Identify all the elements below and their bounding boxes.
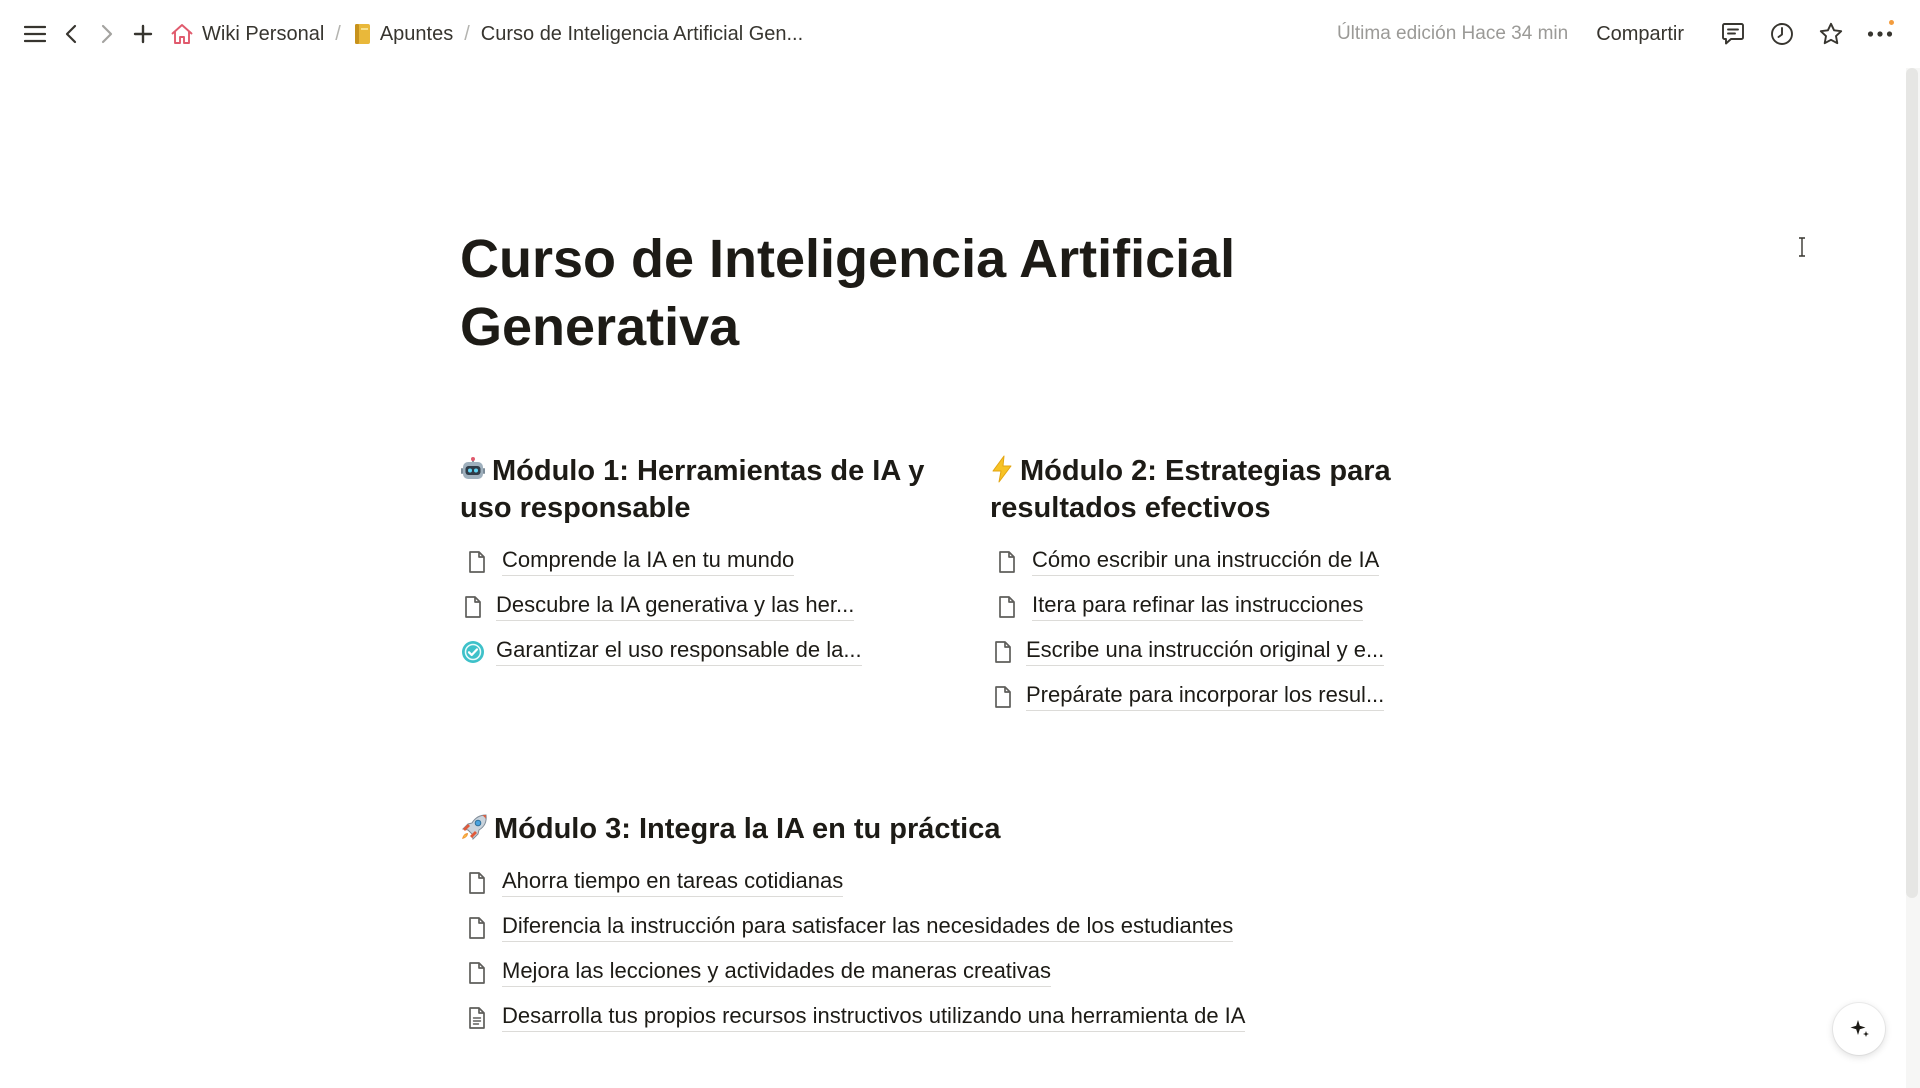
module-heading-text: Módulo 3: Integra la IA en tu práctica [494, 813, 1001, 845]
list-item[interactable]: Diferencia la instrucción para satisface… [460, 905, 1460, 950]
new-page-button[interactable] [126, 17, 160, 51]
module-2: Módulo 2: Estrategias para resultados ef… [990, 453, 1460, 719]
more-options-button[interactable] [1860, 14, 1900, 54]
page-text-icon [464, 1005, 490, 1031]
rocket-icon [460, 813, 488, 841]
module-heading[interactable]: Módulo 1: Herramientas de IA y uso respo… [460, 453, 930, 527]
back-button[interactable] [54, 17, 88, 51]
page-link[interactable]: Diferencia la instrucción para satisface… [502, 913, 1234, 942]
list-item[interactable]: Comprende la IA en tu mundo [460, 539, 990, 584]
comment-icon [1722, 23, 1744, 45]
page-link[interactable]: Descubre la IA generativa y las her... [496, 592, 855, 621]
chevron-right-icon [101, 24, 113, 44]
page-title[interactable]: Curso de Inteligencia Artificial Generat… [460, 225, 1360, 361]
history-button[interactable] [1762, 14, 1802, 54]
comments-button[interactable] [1713, 14, 1753, 54]
list-item[interactable]: Cómo escribir una instrucción de IA [990, 539, 1460, 584]
breadcrumb-separator: / [464, 22, 470, 45]
page-link[interactable]: Desarrolla tus propios recursos instruct… [502, 1003, 1246, 1032]
module-heading-text: Módulo 1: Herramientas de IA y uso respo… [460, 455, 925, 524]
list-item[interactable]: Ahorra tiempo en tareas cotidianas [460, 860, 1460, 905]
star-icon [1819, 22, 1843, 45]
lightning-icon [990, 455, 1014, 483]
robot-icon [460, 457, 486, 483]
page-link[interactable]: Mejora las lecciones y actividades de ma… [502, 958, 1052, 987]
breadcrumb-item-wiki[interactable]: Wiki Personal [170, 23, 324, 46]
check-circle-icon [460, 639, 486, 665]
page-link[interactable]: Comprende la IA en tu mundo [502, 547, 795, 576]
page-link[interactable]: Garantizar el uso responsable de la... [496, 637, 862, 666]
page-icon [460, 594, 486, 620]
page-link[interactable]: Prepárate para incorporar los resul... [1026, 682, 1385, 711]
module-page-list: Comprende la IA en tu mundo Descubre la … [460, 539, 990, 674]
top-bar: Wiki Personal / Apuntes / Curso de Intel… [0, 0, 1908, 68]
scrollbar-thumb[interactable] [1906, 68, 1918, 898]
page-icon [990, 639, 1016, 665]
page-content: Curso de Inteligencia Artificial Generat… [460, 225, 1460, 1040]
breadcrumb-label: Wiki Personal [202, 22, 325, 45]
page-icon [994, 594, 1020, 620]
notification-dot [1889, 20, 1894, 25]
topbar-actions: Última edición Hace 34 min Compartir [1337, 14, 1908, 54]
module-page-list: Ahorra tiempo en tareas cotidianas Difer… [460, 860, 1460, 1040]
page-link[interactable]: Cómo escribir una instrucción de IA [1032, 547, 1380, 576]
hamburger-menu-icon [24, 25, 46, 43]
list-item[interactable]: Itera para refinar las instrucciones [990, 584, 1460, 629]
breadcrumb-label: Curso de Inteligencia Artificial Gen... [480, 22, 804, 45]
modules-columns: Módulo 1: Herramientas de IA y uso respo… [460, 453, 1460, 719]
page-icon [464, 549, 490, 575]
last-edited-text: Última edición Hace 34 min [1336, 23, 1569, 44]
list-item[interactable]: Garantizar el uso responsable de la... [460, 629, 990, 674]
list-item[interactable]: Prepárate para incorporar los resul... [990, 674, 1460, 719]
module-heading[interactable]: Módulo 2: Estrategias para resultados ef… [990, 453, 1460, 527]
module-heading[interactable]: Módulo 3: Integra la IA en tu práctica [460, 811, 1460, 848]
page-icon [464, 960, 490, 986]
module-3: Módulo 3: Integra la IA en tu práctica A… [460, 811, 1460, 1040]
clock-icon [1771, 23, 1793, 45]
favorite-button[interactable] [1811, 14, 1851, 54]
sparkle-icon [1850, 1020, 1869, 1037]
page-link[interactable]: Escribe una instrucción original y e... [1026, 637, 1385, 666]
page-link[interactable]: Ahorra tiempo en tareas cotidianas [502, 868, 844, 897]
ai-assistant-button[interactable] [1833, 1003, 1885, 1055]
breadcrumb-item-apuntes[interactable]: Apuntes [352, 23, 453, 46]
list-item[interactable]: Descubre la IA generativa y las her... [460, 584, 990, 629]
module-heading-text: Módulo 2: Estrategias para resultados ef… [990, 455, 1391, 524]
notebook-icon [354, 24, 370, 44]
breadcrumb-separator: / [335, 22, 341, 45]
breadcrumb-item-current-page[interactable]: Curso de Inteligencia Artificial Gen... [481, 23, 803, 46]
text-cursor-icon [1799, 237, 1805, 257]
list-item[interactable]: Escribe una instrucción original y e... [990, 629, 1460, 674]
share-button[interactable]: Compartir [1596, 23, 1684, 46]
page-icon [464, 870, 490, 896]
ellipsis-icon [1867, 31, 1893, 37]
module-page-list: Cómo escribir una instrucción de IA Iter… [990, 539, 1460, 719]
list-item[interactable]: Desarrolla tus propios recursos instruct… [460, 995, 1460, 1040]
chevron-left-icon [65, 24, 77, 44]
home-icon [171, 24, 193, 44]
list-item[interactable]: Mejora las lecciones y actividades de ma… [460, 950, 1460, 995]
vertical-scrollbar[interactable] [1906, 68, 1920, 1088]
forward-button[interactable] [90, 17, 124, 51]
page-icon [464, 915, 490, 941]
page-icon [994, 549, 1020, 575]
breadcrumb: Wiki Personal / Apuntes / Curso de Intel… [170, 23, 803, 46]
plus-icon [133, 24, 153, 44]
sidebar-toggle-button[interactable] [18, 17, 52, 51]
breadcrumb-label: Apuntes [379, 22, 454, 45]
module-1: Módulo 1: Herramientas de IA y uso respo… [460, 453, 990, 719]
page-link[interactable]: Itera para refinar las instrucciones [1032, 592, 1364, 621]
page-icon [990, 684, 1016, 710]
